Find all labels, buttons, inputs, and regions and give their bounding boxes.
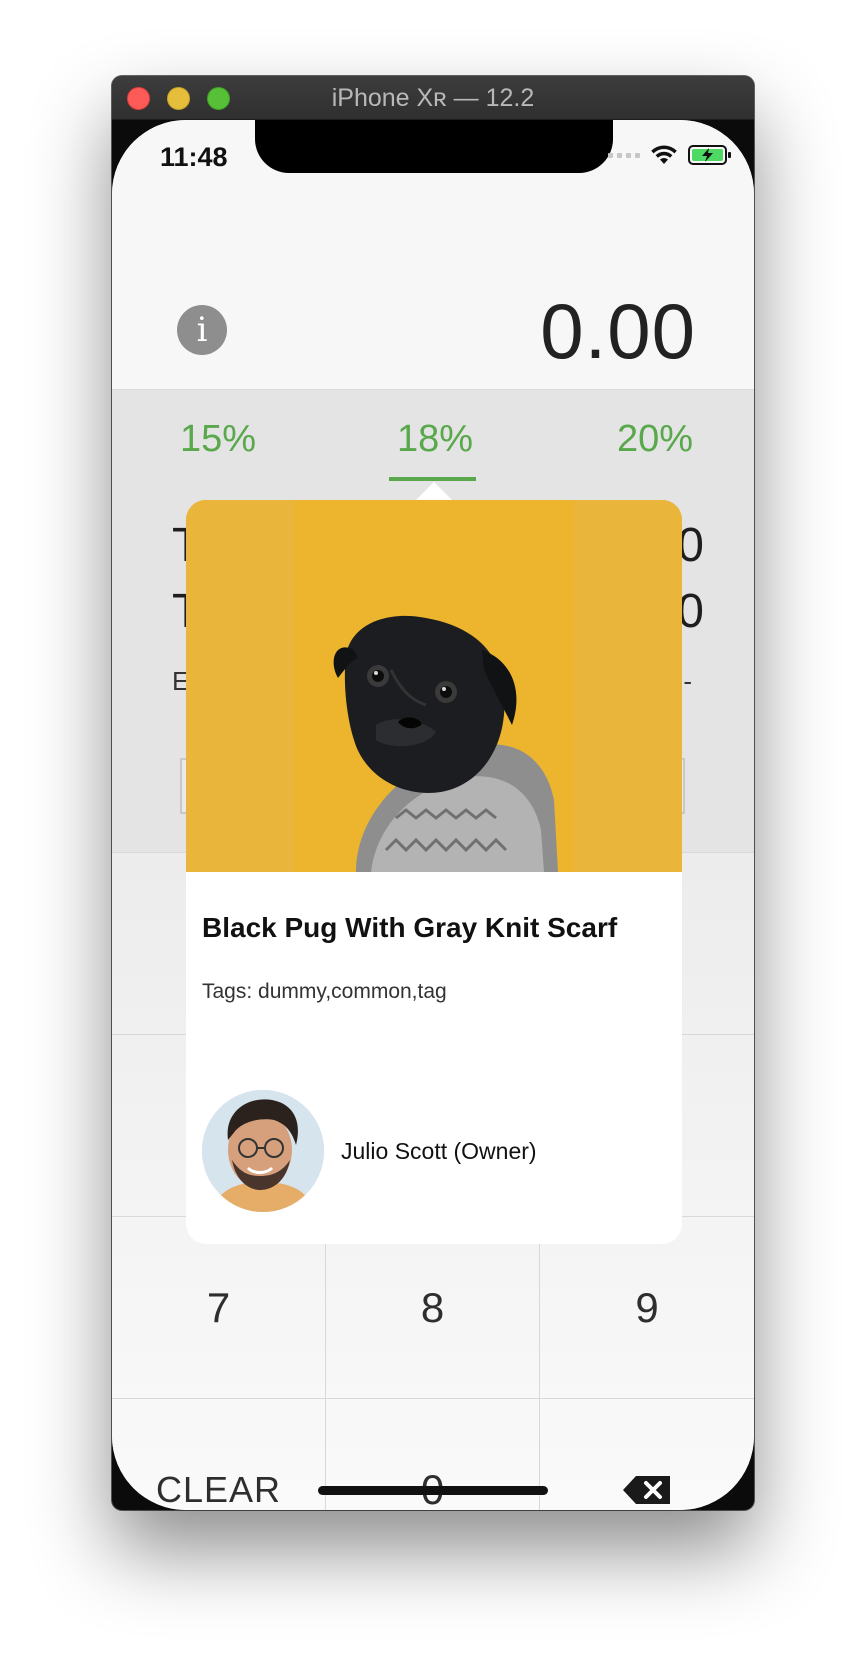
home-indicator[interactable] <box>318 1486 548 1495</box>
selected-tip-indicator <box>389 477 476 481</box>
status-time: 11:48 <box>160 142 228 172</box>
backspace-button[interactable] <box>540 1398 754 1510</box>
pug-photo-illustration <box>186 500 682 872</box>
tip-option-18[interactable]: 18% <box>397 418 473 461</box>
photo-title: Black Pug With Gray Knit Scarf <box>202 912 618 943</box>
wifi-icon <box>651 145 677 164</box>
tip-option-20[interactable]: 20% <box>617 418 693 461</box>
battery-charging-icon <box>688 145 731 165</box>
simulator-title-bar[interactable]: iPhone Xʀ — 12.2 <box>112 76 754 120</box>
photo-popover-card[interactable]: Black Pug With Gray Knit Scarf Tags: dum… <box>186 500 682 1244</box>
clear-button[interactable]: CLEAR <box>112 1398 326 1510</box>
owner-avatar-illustration <box>202 1090 324 1212</box>
owner-name: Julio Scott (Owner) <box>341 1138 537 1164</box>
device-notch <box>255 120 613 173</box>
amount-display: 0.00 <box>540 287 696 375</box>
info-button[interactable]: i <box>177 305 227 355</box>
status-icons <box>608 144 732 166</box>
popover-arrow <box>416 482 452 500</box>
simulator-window: iPhone Xʀ — 12.2 11:48 i 0.00 15% 18% 20… <box>112 76 754 1510</box>
window-title: iPhone Xʀ — 12.2 <box>331 84 535 112</box>
backspace-icon <box>623 1475 670 1504</box>
cellular-signal-icon <box>608 152 640 158</box>
tip-option-15[interactable]: 15% <box>180 418 256 461</box>
pug-photo <box>186 500 682 872</box>
device-screen: 11:48 i 0.00 15% 18% 20% E 0 0 - 7 8 9 C… <box>112 120 754 1510</box>
photo-tags: Tags: dummy,common,tag <box>202 980 447 1003</box>
owner-avatar[interactable] <box>202 1090 324 1212</box>
summary-value-3: - <box>683 666 692 696</box>
